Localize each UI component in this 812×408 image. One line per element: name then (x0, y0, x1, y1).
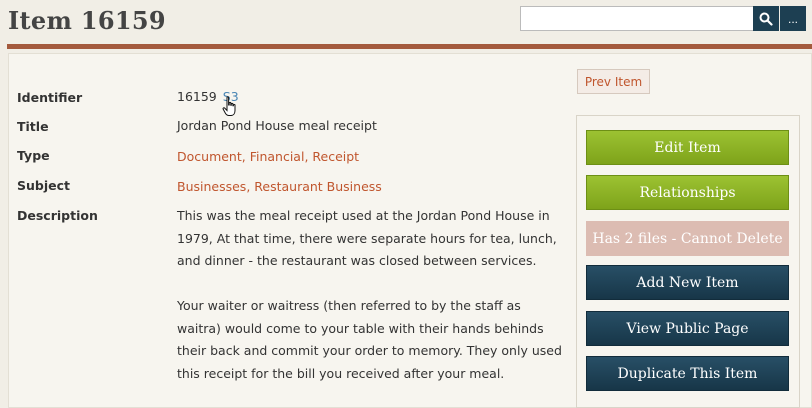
add-new-item-button[interactable]: Add New Item (586, 265, 789, 300)
edit-item-button[interactable]: Edit Item (586, 130, 789, 165)
prev-item-button[interactable]: Prev Item (577, 69, 650, 94)
view-public-page-button[interactable]: View Public Page (586, 311, 789, 346)
identifier-number: 16159 (177, 89, 217, 104)
description-label: Description (17, 208, 98, 223)
hand-pointer-icon (222, 96, 236, 116)
search-icon (759, 12, 773, 26)
title-label: Title (17, 119, 49, 134)
header-divider (7, 44, 812, 49)
search-button[interactable] (753, 6, 779, 31)
relationships-button[interactable]: Relationships (586, 175, 789, 210)
more-options-button[interactable]: ... (780, 6, 806, 31)
type-value-link[interactable]: Document, Financial, Receipt (177, 146, 359, 169)
description-paragraph-1: This was the meal receipt used at the Jo… (177, 208, 557, 268)
page-header: Item 16159 ... (0, 0, 812, 44)
page-title: Item 16159 (8, 6, 166, 35)
description-paragraph-2: Your waiter or waitress (then referred t… (177, 298, 562, 381)
title-value: Jordan Pond House meal receipt (177, 118, 377, 133)
search-input[interactable] (520, 6, 754, 31)
identifier-label: Identifier (17, 90, 83, 105)
subject-label: Subject (17, 178, 70, 193)
type-label: Type (17, 148, 50, 163)
subject-value-link[interactable]: Businesses, Restaurant Business (177, 176, 382, 199)
duplicate-item-button[interactable]: Duplicate This Item (586, 356, 789, 391)
delete-disabled-button: Has 2 files - Cannot Delete (586, 221, 789, 256)
description-value: This was the meal receipt used at the Jo… (177, 205, 567, 408)
